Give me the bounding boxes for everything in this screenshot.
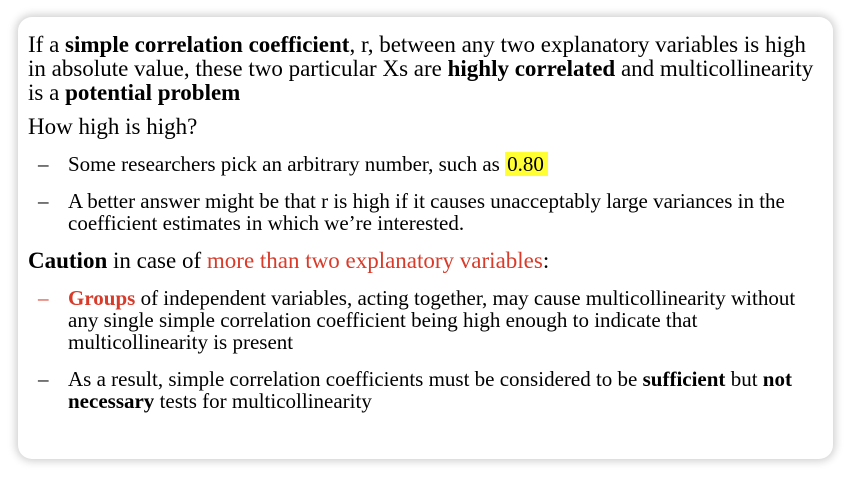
dash-icon: – [38, 189, 49, 213]
bullet-groups: – Groups of independent variables, acting… [28, 287, 819, 353]
intro-bold-simple-correlation: simple correlation coefficient [65, 32, 350, 57]
question-paragraph: How high is high? [28, 114, 198, 139]
groups-red-bold: Groups [68, 286, 136, 310]
caution-text-1: in case of [107, 248, 207, 273]
caution-bold: Caution [28, 248, 108, 273]
intro-text-1: If a [28, 32, 66, 57]
bullet-text: Some researchers pick an arbitrary numbe… [68, 152, 506, 176]
intro-bold-potential-problem: potential problem [65, 80, 241, 105]
bold-sufficient: sufficient [642, 367, 726, 391]
bullet-text: A better answer might be that r is high … [68, 189, 785, 235]
slide-card: If a simple correlation coefficient, r, … [18, 17, 833, 459]
intro-bold-highly-correlated: highly correlated [447, 56, 616, 81]
bullet-better-answer: – A better answer might be that r is high… [28, 190, 819, 234]
dash-icon: – [38, 152, 49, 176]
dash-icon: – [38, 286, 49, 310]
bullet-text: of independent variables, acting togethe… [68, 286, 796, 354]
caution-text-2: : [542, 248, 550, 273]
highlighted-value: 0.80 [505, 152, 548, 176]
bullet-arbitrary-number: – Some researchers pick an arbitrary numb… [28, 152, 819, 176]
caution-paragraph: Caution in case of more than two explana… [28, 249, 819, 273]
dash-icon: – [38, 367, 49, 391]
bullet-text-1: As a result, simple correlation coeffici… [68, 367, 643, 391]
caution-red-text: more than two explanatory variables [206, 248, 543, 273]
intro-paragraph: If a simple correlation coefficient, r, … [28, 33, 819, 105]
bullet-text-2: but [725, 367, 763, 391]
bullet-text-3: tests for multicollinearity [154, 389, 372, 413]
bullet-as-a-result: – As a result, simple correlation coeffic… [28, 368, 819, 412]
